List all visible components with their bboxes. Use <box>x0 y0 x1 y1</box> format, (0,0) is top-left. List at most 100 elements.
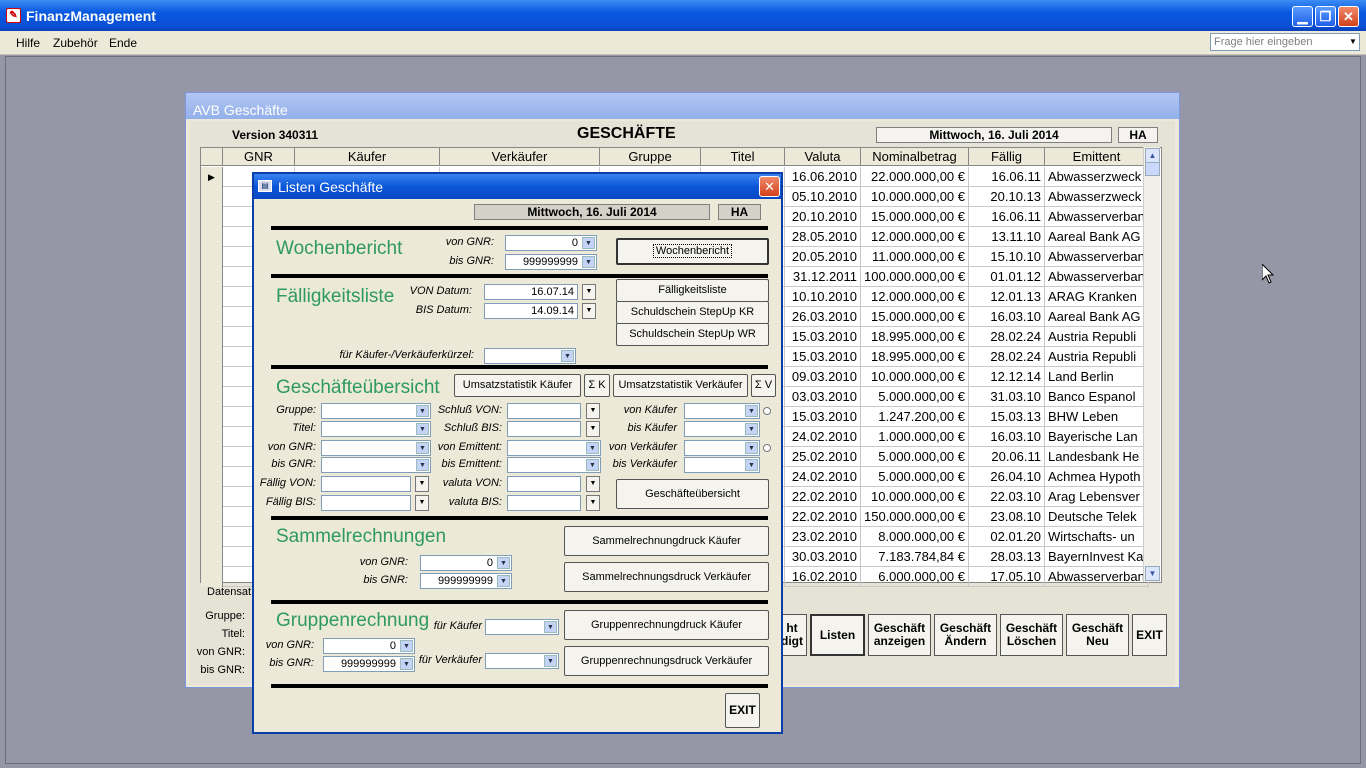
table-cell[interactable]: 26.03.2010 <box>785 307 861 327</box>
table-cell[interactable]: 16.02.2010 <box>785 567 861 587</box>
row-selector[interactable] <box>201 267 223 287</box>
table-cell[interactable]: 28.03.13 <box>969 547 1045 567</box>
titel-select[interactable]: ▼ <box>321 421 431 437</box>
table-cell[interactable]: 12.000.000,00 € <box>861 227 969 247</box>
table-cell[interactable]: 10.000.000,00 € <box>861 367 969 387</box>
table-cell[interactable]: 15.000.000,00 € <box>861 307 969 327</box>
chevron-down-icon[interactable]: ▼ <box>544 621 557 633</box>
row-selector[interactable] <box>201 407 223 427</box>
chevron-down-icon[interactable]: ▼ <box>415 476 429 492</box>
table-scrollbar[interactable]: ▲ ▼ <box>1143 147 1160 582</box>
table-cell[interactable]: 15.000.000,00 € <box>861 207 969 227</box>
gruppe-select[interactable]: ▼ <box>321 403 431 419</box>
help-search-input[interactable]: Frage hier eingeben ▼ <box>1210 33 1360 51</box>
row-selector[interactable] <box>201 487 223 507</box>
schluss-von-input[interactable] <box>507 403 581 419</box>
table-cell[interactable]: 28.05.2010 <box>785 227 861 247</box>
table-cell[interactable]: 15.03.13 <box>969 407 1045 427</box>
summe-kaeufer-button[interactable]: Σ K <box>584 374 610 397</box>
bis-gnr-select[interactable]: ▼ <box>321 457 431 473</box>
geschaefteuebersicht-button[interactable]: Geschäfteübersicht <box>616 479 769 509</box>
table-cell[interactable]: 28.02.24 <box>969 327 1045 347</box>
column-header[interactable]: Valuta <box>785 148 861 166</box>
faellig-bis-input[interactable] <box>321 495 411 511</box>
gruppenrechnung-kaeufer-button[interactable]: Gruppenrechnungdruck Käufer <box>564 610 769 640</box>
table-cell[interactable]: 22.02.2010 <box>785 487 861 507</box>
chevron-down-icon[interactable]: ▼ <box>561 350 574 362</box>
table-cell[interactable]: 10.10.2010 <box>785 287 861 307</box>
table-cell[interactable]: 15.03.2010 <box>785 327 861 347</box>
table-cell[interactable]: 1.000.000,00 € <box>861 427 969 447</box>
menu-ende[interactable]: Ende <box>109 36 137 50</box>
sammel-von-gnr-input[interactable]: 0 ▼ <box>420 555 512 571</box>
summe-verkaeufer-button[interactable]: Σ V <box>751 374 776 397</box>
table-cell[interactable]: 100.000.000,00 € <box>861 267 969 287</box>
gruppe-fuer-kaeufer-select[interactable]: ▼ <box>485 619 559 635</box>
table-cell[interactable]: Arag Lebensver <box>1045 487 1149 507</box>
row-selector[interactable] <box>201 207 223 227</box>
chevron-down-icon[interactable]: ▼ <box>745 405 758 417</box>
row-selector[interactable] <box>201 467 223 487</box>
table-cell[interactable]: 8.000.000,00 € <box>861 527 969 547</box>
dialog-exit-button[interactable]: EXIT <box>725 693 760 728</box>
listen-button[interactable]: Listen <box>810 614 865 656</box>
table-cell[interactable]: ARAG Kranken <box>1045 287 1149 307</box>
geschaeft-loeschen-button[interactable]: Geschäft Löschen <box>1000 614 1063 656</box>
row-selector[interactable] <box>201 347 223 367</box>
table-cell[interactable]: 01.01.12 <box>969 267 1045 287</box>
menu-zubehoer[interactable]: Zubehör <box>53 36 98 50</box>
chevron-down-icon[interactable]: ▼ <box>416 423 429 435</box>
valuta-von-input[interactable] <box>507 476 581 492</box>
row-selector[interactable] <box>201 447 223 467</box>
table-cell[interactable]: 18.995.000,00 € <box>861 347 969 367</box>
table-cell[interactable]: 1.247.200,00 € <box>861 407 969 427</box>
chevron-down-icon[interactable]: ▼ <box>582 256 595 268</box>
column-header[interactable]: Nominalbetrag <box>861 148 969 166</box>
column-header[interactable]: Emittent <box>1045 148 1149 166</box>
table-cell[interactable]: 25.02.2010 <box>785 447 861 467</box>
table-cell[interactable]: 31.03.10 <box>969 387 1045 407</box>
chevron-down-icon[interactable]: ▼ <box>544 655 557 667</box>
table-cell[interactable]: 02.01.20 <box>969 527 1045 547</box>
table-cell[interactable]: 22.02.2010 <box>785 507 861 527</box>
chevron-down-icon[interactable]: ▼ <box>586 442 599 454</box>
row-selector[interactable] <box>201 387 223 407</box>
von-verkaeufer-select[interactable]: ▼ <box>684 440 760 456</box>
row-selector[interactable] <box>201 307 223 327</box>
valuta-bis-input[interactable] <box>507 495 581 511</box>
maximize-button[interactable]: ❐ <box>1315 6 1336 27</box>
chevron-down-icon[interactable]: ▼ <box>586 495 600 511</box>
verkaeufer-radio[interactable] <box>763 444 771 452</box>
column-header[interactable]: Käufer <box>295 148 440 166</box>
close-icon[interactable]: ✕ <box>759 176 780 197</box>
table-cell[interactable]: 22.000.000,00 € <box>861 167 969 187</box>
chevron-down-icon[interactable]: ▼ <box>586 403 600 419</box>
row-selector[interactable] <box>201 287 223 307</box>
sammel-bis-gnr-input[interactable]: 999999999 ▼ <box>420 573 512 589</box>
table-cell[interactable]: 17.05.10 <box>969 567 1045 587</box>
table-cell[interactable]: 20.05.2010 <box>785 247 861 267</box>
table-cell[interactable]: Abwasserverban <box>1045 207 1149 227</box>
table-cell[interactable]: 26.04.10 <box>969 467 1045 487</box>
gruppe-von-gnr-input[interactable]: 0 ▼ <box>323 638 415 654</box>
wochenbericht-button[interactable]: Wochenbericht <box>616 238 769 265</box>
scroll-thumb[interactable] <box>1145 162 1160 176</box>
table-cell[interactable]: 5.000.000,00 € <box>861 467 969 487</box>
kaeufer-radio[interactable] <box>763 407 771 415</box>
table-cell[interactable]: 16.06.2010 <box>785 167 861 187</box>
table-cell[interactable]: Aareal Bank AG <box>1045 307 1149 327</box>
table-cell[interactable]: 10.000.000,00 € <box>861 187 969 207</box>
umsatzstatistik-verkaeufer-button[interactable]: Umsatzstatistik Verkäufer <box>613 374 748 397</box>
table-cell[interactable]: 30.03.2010 <box>785 547 861 567</box>
table-cell[interactable]: 15.03.2010 <box>785 407 861 427</box>
table-cell[interactable]: 7.183.784,84 € <box>861 547 969 567</box>
table-cell[interactable]: 5.000.000,00 € <box>861 387 969 407</box>
table-cell[interactable]: 13.11.10 <box>969 227 1045 247</box>
close-button[interactable]: ✕ <box>1338 6 1359 27</box>
table-cell[interactable]: 18.995.000,00 € <box>861 327 969 347</box>
table-cell[interactable]: 24.02.2010 <box>785 427 861 447</box>
column-header[interactable]: GNR <box>223 148 295 166</box>
row-selector[interactable] <box>201 527 223 547</box>
menu-hilfe[interactable]: Hilfe <box>16 36 40 50</box>
column-header[interactable]: Titel <box>701 148 785 166</box>
